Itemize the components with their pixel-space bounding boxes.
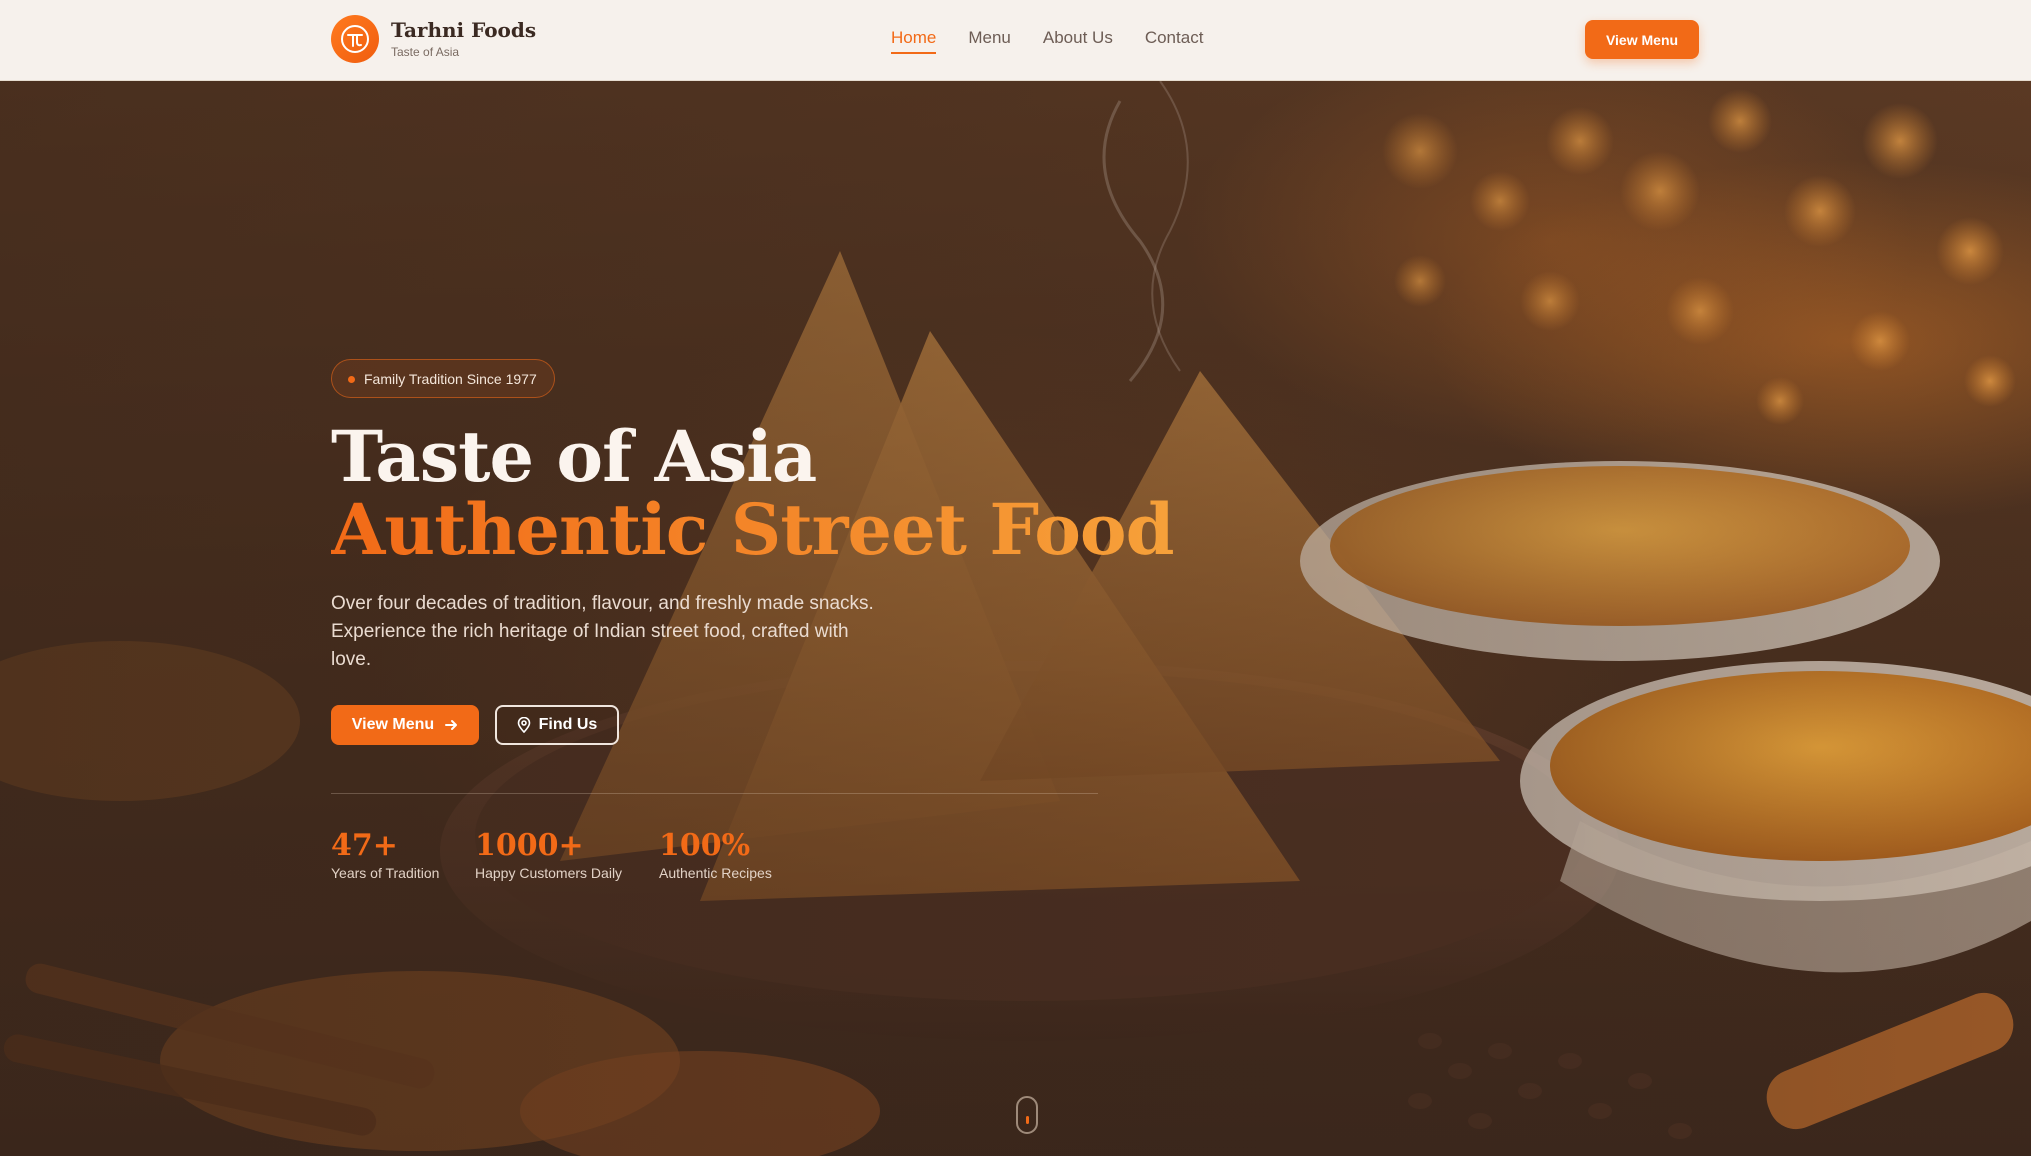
stat-recipes: 100% Authentic Recipes — [659, 828, 772, 882]
main-nav: Home Menu About Us Contact — [891, 28, 1203, 54]
stat-years-value: 47+ — [331, 828, 398, 863]
header-view-menu-button[interactable]: View Menu — [1585, 20, 1699, 59]
stat-customers: 1000+ Happy Customers Daily — [475, 828, 622, 882]
badge-text: Family Tradition Since 1977 — [364, 370, 537, 387]
hero-overlay — [0, 81, 2031, 1156]
badge-dot-icon — [348, 376, 355, 383]
nav-contact[interactable]: Contact — [1145, 28, 1204, 54]
brand-tagline: Taste of Asia — [391, 45, 460, 59]
stat-years: 47+ Years of Tradition — [331, 828, 439, 882]
hero-title-line2: Authentic Street Food — [331, 488, 1175, 571]
stat-years-label: Years of Tradition — [331, 865, 440, 881]
nav-about-us[interactable]: About Us — [1043, 28, 1113, 54]
hero-divider — [331, 793, 1098, 794]
brand-name: Tarhni Foods — [391, 18, 537, 42]
tarhni-logo-icon — [331, 15, 379, 63]
arrow-right-icon — [445, 720, 458, 730]
hero-description: Over four decades of tradition, flavour,… — [331, 593, 874, 670]
find-us-label: Find Us — [538, 716, 598, 733]
scroll-down-icon[interactable] — [1016, 1096, 1038, 1134]
stat-recipes-label: Authentic Recipes — [659, 865, 772, 881]
hero-view-menu-label: View Menu — [351, 716, 435, 733]
nav-menu[interactable]: Menu — [968, 28, 1011, 54]
stat-recipes-value: 100% — [659, 828, 751, 863]
hero-view-menu-button[interactable]: View Menu — [331, 705, 479, 745]
nav-home[interactable]: Home — [891, 28, 937, 54]
map-pin-icon — [517, 717, 530, 733]
stat-customers-value: 1000+ — [475, 828, 584, 863]
find-us-button[interactable]: Find Us — [495, 705, 619, 745]
stat-customers-label: Happy Customers Daily — [475, 865, 623, 881]
hero-title-line1: Taste of Asia — [331, 415, 817, 498]
brand[interactable]: Tarhni Foods Taste of Asia — [331, 15, 536, 63]
hero-section — [0, 81, 2031, 1156]
tradition-badge: Family Tradition Since 1977 — [331, 359, 555, 398]
site-header: Tarhni Foods Taste of Asia Home Menu Abo… — [0, 0, 2031, 81]
scroll-dot — [1026, 1116, 1029, 1124]
